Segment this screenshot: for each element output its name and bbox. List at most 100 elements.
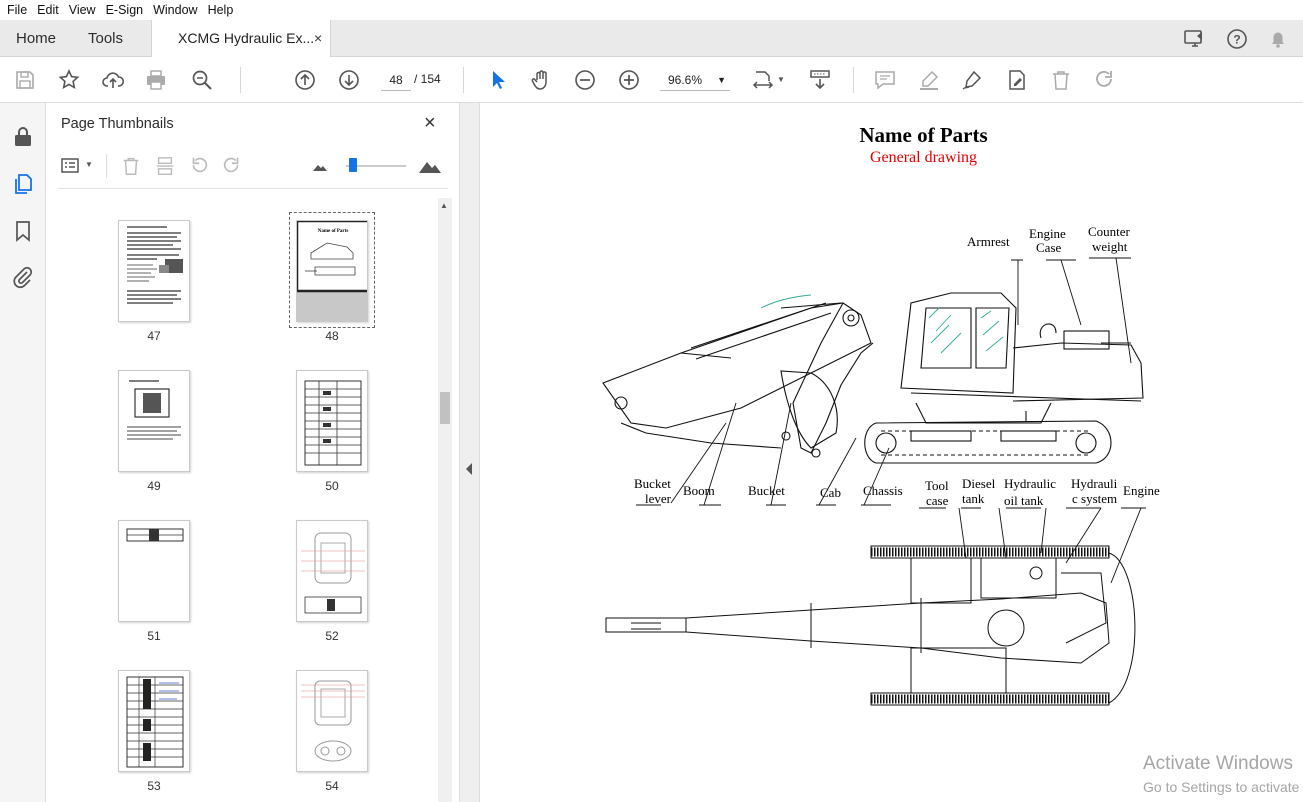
- delete-trash-icon[interactable]: [1049, 68, 1073, 92]
- menu-help[interactable]: Help: [203, 3, 239, 17]
- panel-collapse-gutter[interactable]: [460, 103, 480, 802]
- label-engine-case-line2: Case: [1036, 240, 1062, 255]
- label-hydraulic-system-line1: Hydrauli: [1071, 476, 1118, 491]
- attachment-paperclip-icon[interactable]: [11, 265, 35, 289]
- label-bucket: Bucket: [748, 483, 785, 498]
- thumbnail-page-number: 50: [325, 479, 339, 493]
- upload-cloud-icon[interactable]: [101, 68, 125, 92]
- highlight-pen-icon[interactable]: [917, 68, 941, 92]
- label-bucket-lever-line1: Bucket: [634, 476, 671, 491]
- label-chassis: Chassis: [863, 483, 903, 498]
- tab-tools[interactable]: Tools: [88, 20, 123, 57]
- zoom-search-icon[interactable]: [190, 68, 214, 92]
- scrollbar-thumb[interactable]: [440, 392, 450, 424]
- page-total: / 154: [414, 72, 441, 86]
- thumbnail-page-53[interactable]: [118, 670, 190, 772]
- thumbnail-page-50[interactable]: [296, 370, 368, 472]
- activate-windows-watermark: Activate Windows: [1143, 753, 1293, 774]
- label-counter-weight-line1: Counter: [1088, 224, 1130, 239]
- tab-home[interactable]: Home: [16, 20, 56, 57]
- label-tool-case-line2: case: [926, 493, 949, 508]
- thumbnail-page-52[interactable]: [296, 520, 368, 622]
- rotate-left-icon[interactable]: [188, 155, 210, 177]
- panel-title: Page Thumbnails: [61, 116, 174, 132]
- large-mountain-icon[interactable]: [418, 155, 442, 175]
- panel-toolbar: ▼: [58, 151, 448, 181]
- comment-icon[interactable]: [873, 68, 897, 92]
- hand-tool-icon[interactable]: [529, 68, 553, 92]
- fill-sign-icon[interactable]: [1005, 68, 1029, 92]
- label-counter-weight-line2: weight: [1092, 239, 1128, 254]
- toolbar-separator: [463, 67, 464, 93]
- label-hydraulic-oil-tank-line2: oil tank: [1004, 493, 1044, 508]
- menu-edit[interactable]: Edit: [32, 3, 64, 17]
- page-thumbnails-icon[interactable]: [11, 172, 35, 196]
- thumbnail-page-47[interactable]: [118, 220, 190, 322]
- panel-close-button[interactable]: ×: [424, 112, 436, 135]
- label-hydraulic-oil-tank-line1: Hydraulic: [1004, 476, 1056, 491]
- svg-text:Name of Parts: Name of Parts: [318, 229, 349, 234]
- lock-icon[interactable]: [11, 125, 35, 149]
- thumbnail-page-number: 53: [147, 779, 161, 793]
- redo-icon[interactable]: [1093, 68, 1117, 92]
- thumbnail-page-49[interactable]: [118, 370, 190, 472]
- notification-bell-icon[interactable]: [1266, 27, 1290, 54]
- thumbnail-options-icon[interactable]: [60, 155, 84, 177]
- toolbar-separator: [853, 67, 854, 93]
- thumbnail-page-48[interactable]: Name of Parts: [296, 220, 368, 322]
- main-toolbar: 48 / 154 96.6% ▼ ▼: [0, 57, 1303, 103]
- thumbnail-page-number: 52: [325, 629, 339, 643]
- left-rail: [0, 103, 46, 802]
- zoom-level-value: 96.6%: [668, 73, 703, 87]
- save-icon[interactable]: [13, 68, 37, 92]
- help-icon[interactable]: ?: [1225, 27, 1249, 54]
- bookmark-star-icon[interactable]: [57, 68, 81, 92]
- panel-divider: [58, 188, 448, 189]
- previous-page-icon[interactable]: [293, 68, 317, 92]
- collapse-arrow-icon[interactable]: [466, 463, 472, 475]
- excavator-side-view-drawing: [602, 257, 1146, 706]
- tab-close-button[interactable]: ×: [314, 30, 322, 46]
- toolbar-separator: [106, 154, 107, 178]
- print-icon[interactable]: [144, 68, 168, 92]
- thumbnail-scrollbar[interactable]: ▲: [438, 198, 452, 802]
- zoom-out-icon[interactable]: [573, 68, 597, 92]
- slider-handle[interactable]: [349, 158, 357, 172]
- page-number-input[interactable]: 48: [381, 69, 411, 91]
- menu-esign[interactable]: E-Sign: [101, 3, 149, 17]
- label-tool-case-line1: Tool: [925, 478, 949, 493]
- select-cursor-icon[interactable]: [486, 68, 510, 92]
- chevron-down-icon[interactable]: ▼: [85, 160, 93, 169]
- next-page-icon[interactable]: [337, 68, 361, 92]
- thumbnail-page-number: 48: [325, 329, 339, 343]
- toolbar-separator: [240, 67, 241, 93]
- zoom-in-icon[interactable]: [617, 68, 641, 92]
- rotate-right-icon[interactable]: [221, 155, 243, 177]
- delete-page-icon[interactable]: [120, 155, 142, 177]
- scroll-mode-icon[interactable]: [808, 68, 832, 92]
- activate-windows-subtext: Go to Settings to activate Windows.: [1143, 779, 1303, 795]
- tab-document[interactable]: XCMG Hydraulic Ex... ×: [151, 20, 331, 57]
- thumbnail-page-51[interactable]: [118, 520, 190, 622]
- page-fit-icon[interactable]: [751, 68, 775, 92]
- thumbnail-page-number: 54: [325, 779, 339, 793]
- thumbnail-page-number: 49: [147, 479, 161, 493]
- menu-window[interactable]: Window: [148, 3, 202, 17]
- small-mountain-icon[interactable]: [312, 159, 328, 173]
- thumbnail-page-number: 47: [147, 329, 161, 343]
- scroll-up-arrow-icon[interactable]: ▲: [440, 201, 448, 210]
- sign-pen-icon[interactable]: [960, 68, 984, 92]
- bookmark-icon[interactable]: [11, 219, 35, 243]
- thumbnail-page-54[interactable]: [296, 670, 368, 772]
- zoom-level-dropdown[interactable]: 96.6% ▼: [660, 69, 730, 91]
- chevron-down-icon[interactable]: ▼: [777, 75, 785, 84]
- menu-file[interactable]: File: [2, 3, 32, 17]
- tab-bar: Home Tools XCMG Hydraulic Ex... × ?: [0, 20, 1303, 57]
- label-hydraulic-system-line2: c system: [1072, 491, 1118, 506]
- svg-text:?: ?: [1233, 33, 1240, 47]
- label-engine-case-line1: Engine: [1029, 226, 1066, 241]
- share-screen-icon[interactable]: [1183, 27, 1207, 54]
- menu-view[interactable]: View: [64, 3, 101, 17]
- thumbnail-list: 47 Name of Parts 48 49 50 51 52 53 54: [46, 198, 438, 802]
- insert-page-icon[interactable]: [154, 155, 176, 177]
